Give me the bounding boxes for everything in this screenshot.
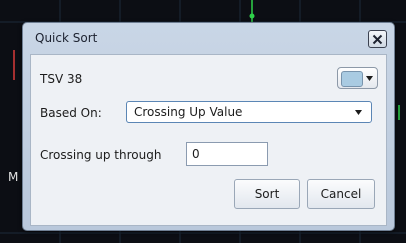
chevron-down-icon: [366, 76, 373, 81]
crossing-up-input[interactable]: [186, 142, 268, 166]
based-on-label: Based On:: [40, 106, 102, 120]
close-icon: [372, 34, 383, 44]
quick-sort-dialog: Quick Sort TSV 38 Based On: Crossing Up …: [22, 22, 395, 231]
series-name: TSV 38: [40, 72, 83, 86]
sort-button[interactable]: Sort: [234, 179, 300, 209]
close-button[interactable]: [368, 30, 387, 48]
cancel-button[interactable]: Cancel: [307, 179, 375, 209]
based-on-select[interactable]: Crossing Up Value: [126, 101, 372, 123]
dialog-content: TSV 38 Based On: Crossing Up Value Cross…: [30, 54, 387, 226]
dialog-title-bar[interactable]: Quick Sort: [23, 23, 394, 53]
dialog-title: Quick Sort: [35, 31, 98, 45]
color-picker-dropdown[interactable]: [337, 67, 378, 89]
chart-edge-label: M: [8, 170, 19, 184]
color-swatch: [341, 71, 363, 87]
chevron-down-icon: [355, 110, 362, 115]
crossing-up-label: Crossing up through: [40, 148, 162, 162]
based-on-selected-value: Crossing Up Value: [134, 105, 243, 119]
